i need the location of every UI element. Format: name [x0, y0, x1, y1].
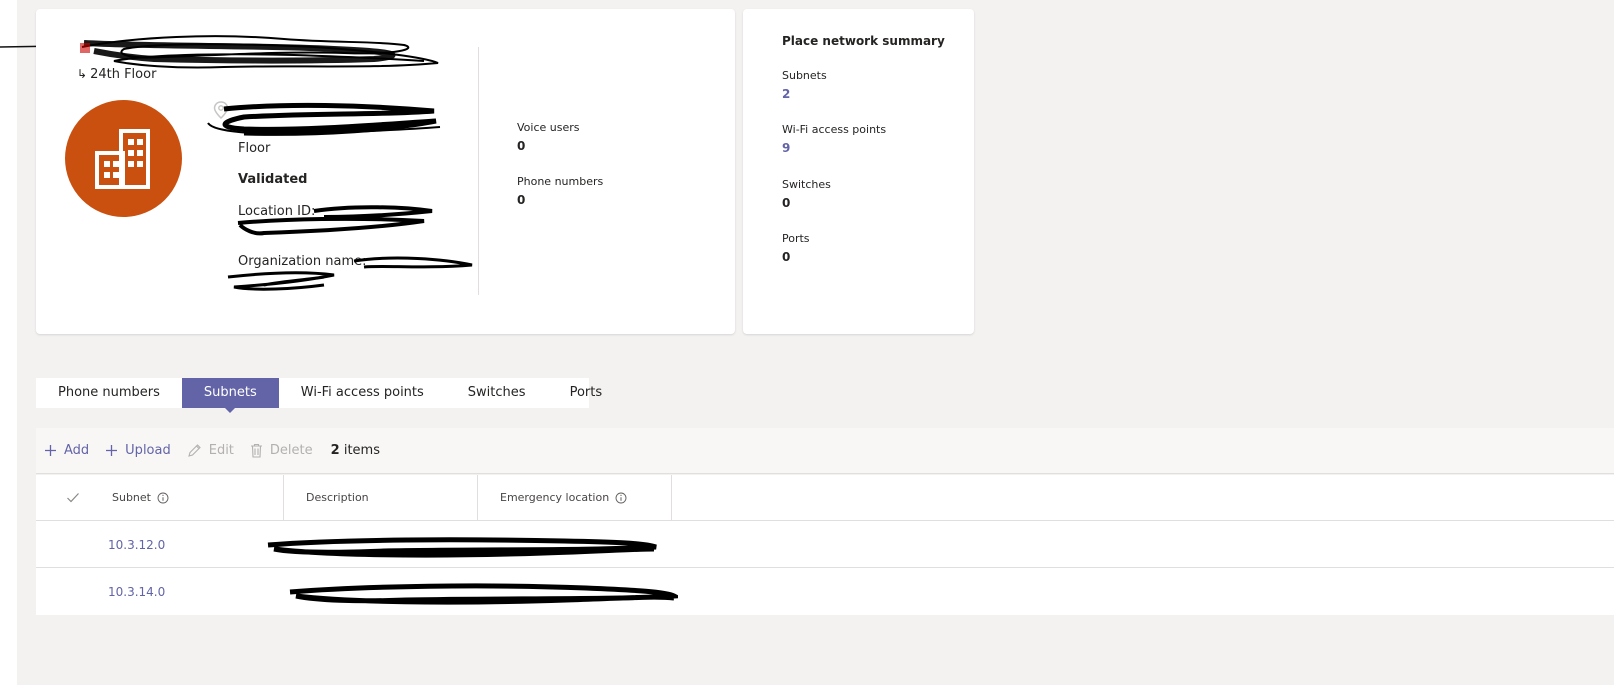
voice-users-value: 0	[517, 139, 526, 153]
upload-button[interactable]: Upload	[105, 443, 171, 458]
plus-icon	[105, 444, 118, 457]
child-arrow-icon: ↳	[77, 67, 88, 81]
tab-ports[interactable]: Ports	[548, 378, 625, 408]
column-header-subnet[interactable]: Subnet	[112, 475, 169, 521]
app-left-rail	[0, 0, 17, 685]
summary-wifi-label: Wi-Fi access points	[782, 123, 887, 136]
column-separator[interactable]	[671, 475, 672, 521]
subnets-table: Subnet Description Emergency location 10…	[36, 475, 1614, 615]
summary-subnets-value[interactable]: 2	[782, 87, 790, 101]
redacted-location-id	[237, 205, 433, 236]
summary-ports-value: 0	[782, 250, 791, 264]
subnet-link[interactable]: 10.3.12.0	[108, 538, 165, 552]
redacted-description	[289, 583, 678, 605]
item-count-number: 2	[330, 443, 340, 458]
parent-location-label: 24th Floor	[90, 67, 157, 82]
table-row[interactable]: 10.3.12.0	[36, 521, 1614, 568]
info-icon[interactable]	[157, 492, 169, 504]
column-header-description[interactable]: Description	[306, 475, 369, 521]
tab-wifi-access-points[interactable]: Wi-Fi access points	[279, 378, 446, 408]
add-button[interactable]: Add	[44, 443, 89, 458]
place-avatar	[65, 100, 182, 217]
phone-numbers-label: Phone numbers	[517, 175, 604, 188]
tab-switches[interactable]: Switches	[446, 378, 548, 408]
item-count: 2 items	[331, 443, 380, 458]
redacted-place-name	[80, 35, 439, 69]
parent-location: ↳ 24th Floor	[77, 67, 156, 82]
table-row[interactable]: 10.3.14.0	[36, 568, 1614, 615]
check-icon[interactable]	[66, 492, 80, 504]
redacted-description	[267, 537, 657, 558]
delete-button[interactable]: Delete	[250, 443, 313, 458]
tab-subnets[interactable]: Subnets	[181, 378, 279, 413]
phone-numbers-value: 0	[517, 193, 526, 207]
summary-subnets-label: Subnets	[782, 69, 827, 82]
voice-users-label: Voice users	[517, 121, 580, 134]
edit-button[interactable]: Edit	[187, 443, 234, 458]
tab-phone-numbers[interactable]: Phone numbers	[36, 378, 182, 408]
command-bar: Add Upload Edit Delete 2 items	[36, 428, 1614, 474]
upload-button-label: Upload	[125, 443, 171, 458]
column-description-label: Description	[306, 491, 369, 504]
validation-status: Validated	[238, 172, 308, 187]
summary-title: Place network summary	[782, 34, 945, 48]
redacted-address	[207, 102, 441, 136]
summary-switches-value: 0	[782, 196, 791, 210]
table-header: Subnet Description Emergency location	[36, 475, 1614, 521]
add-button-label: Add	[64, 443, 90, 458]
column-separator[interactable]	[283, 475, 284, 521]
column-emergency-location-label: Emergency location	[500, 491, 610, 504]
card-divider	[478, 47, 479, 295]
subnet-link[interactable]: 10.3.14.0	[108, 585, 165, 599]
column-separator[interactable]	[477, 475, 478, 521]
column-header-emergency-location[interactable]: Emergency location	[500, 475, 627, 521]
address-floor: Floor	[238, 141, 271, 156]
delete-button-label: Delete	[269, 443, 313, 458]
place-details-card: ↳ 24th Floor Floor Validated Location ID:…	[36, 9, 735, 334]
summary-switches-label: Switches	[782, 178, 831, 191]
edit-button-label: Edit	[208, 443, 234, 458]
summary-ports-label: Ports	[782, 232, 810, 245]
item-count-label: items	[343, 443, 380, 458]
summary-wifi-value[interactable]: 9	[782, 141, 790, 155]
trash-icon	[250, 443, 263, 458]
tab-bar: Phone numbers Subnets Wi-Fi access point…	[36, 378, 602, 413]
building-icon	[95, 129, 150, 189]
column-subnet-label: Subnet	[112, 491, 151, 504]
plus-icon	[44, 444, 57, 457]
network-summary-card: Place network summary Subnets 2 Wi-Fi ac…	[743, 9, 974, 334]
info-icon[interactable]	[615, 492, 627, 504]
redacted-organization-name	[227, 256, 473, 291]
pencil-icon	[187, 443, 202, 458]
